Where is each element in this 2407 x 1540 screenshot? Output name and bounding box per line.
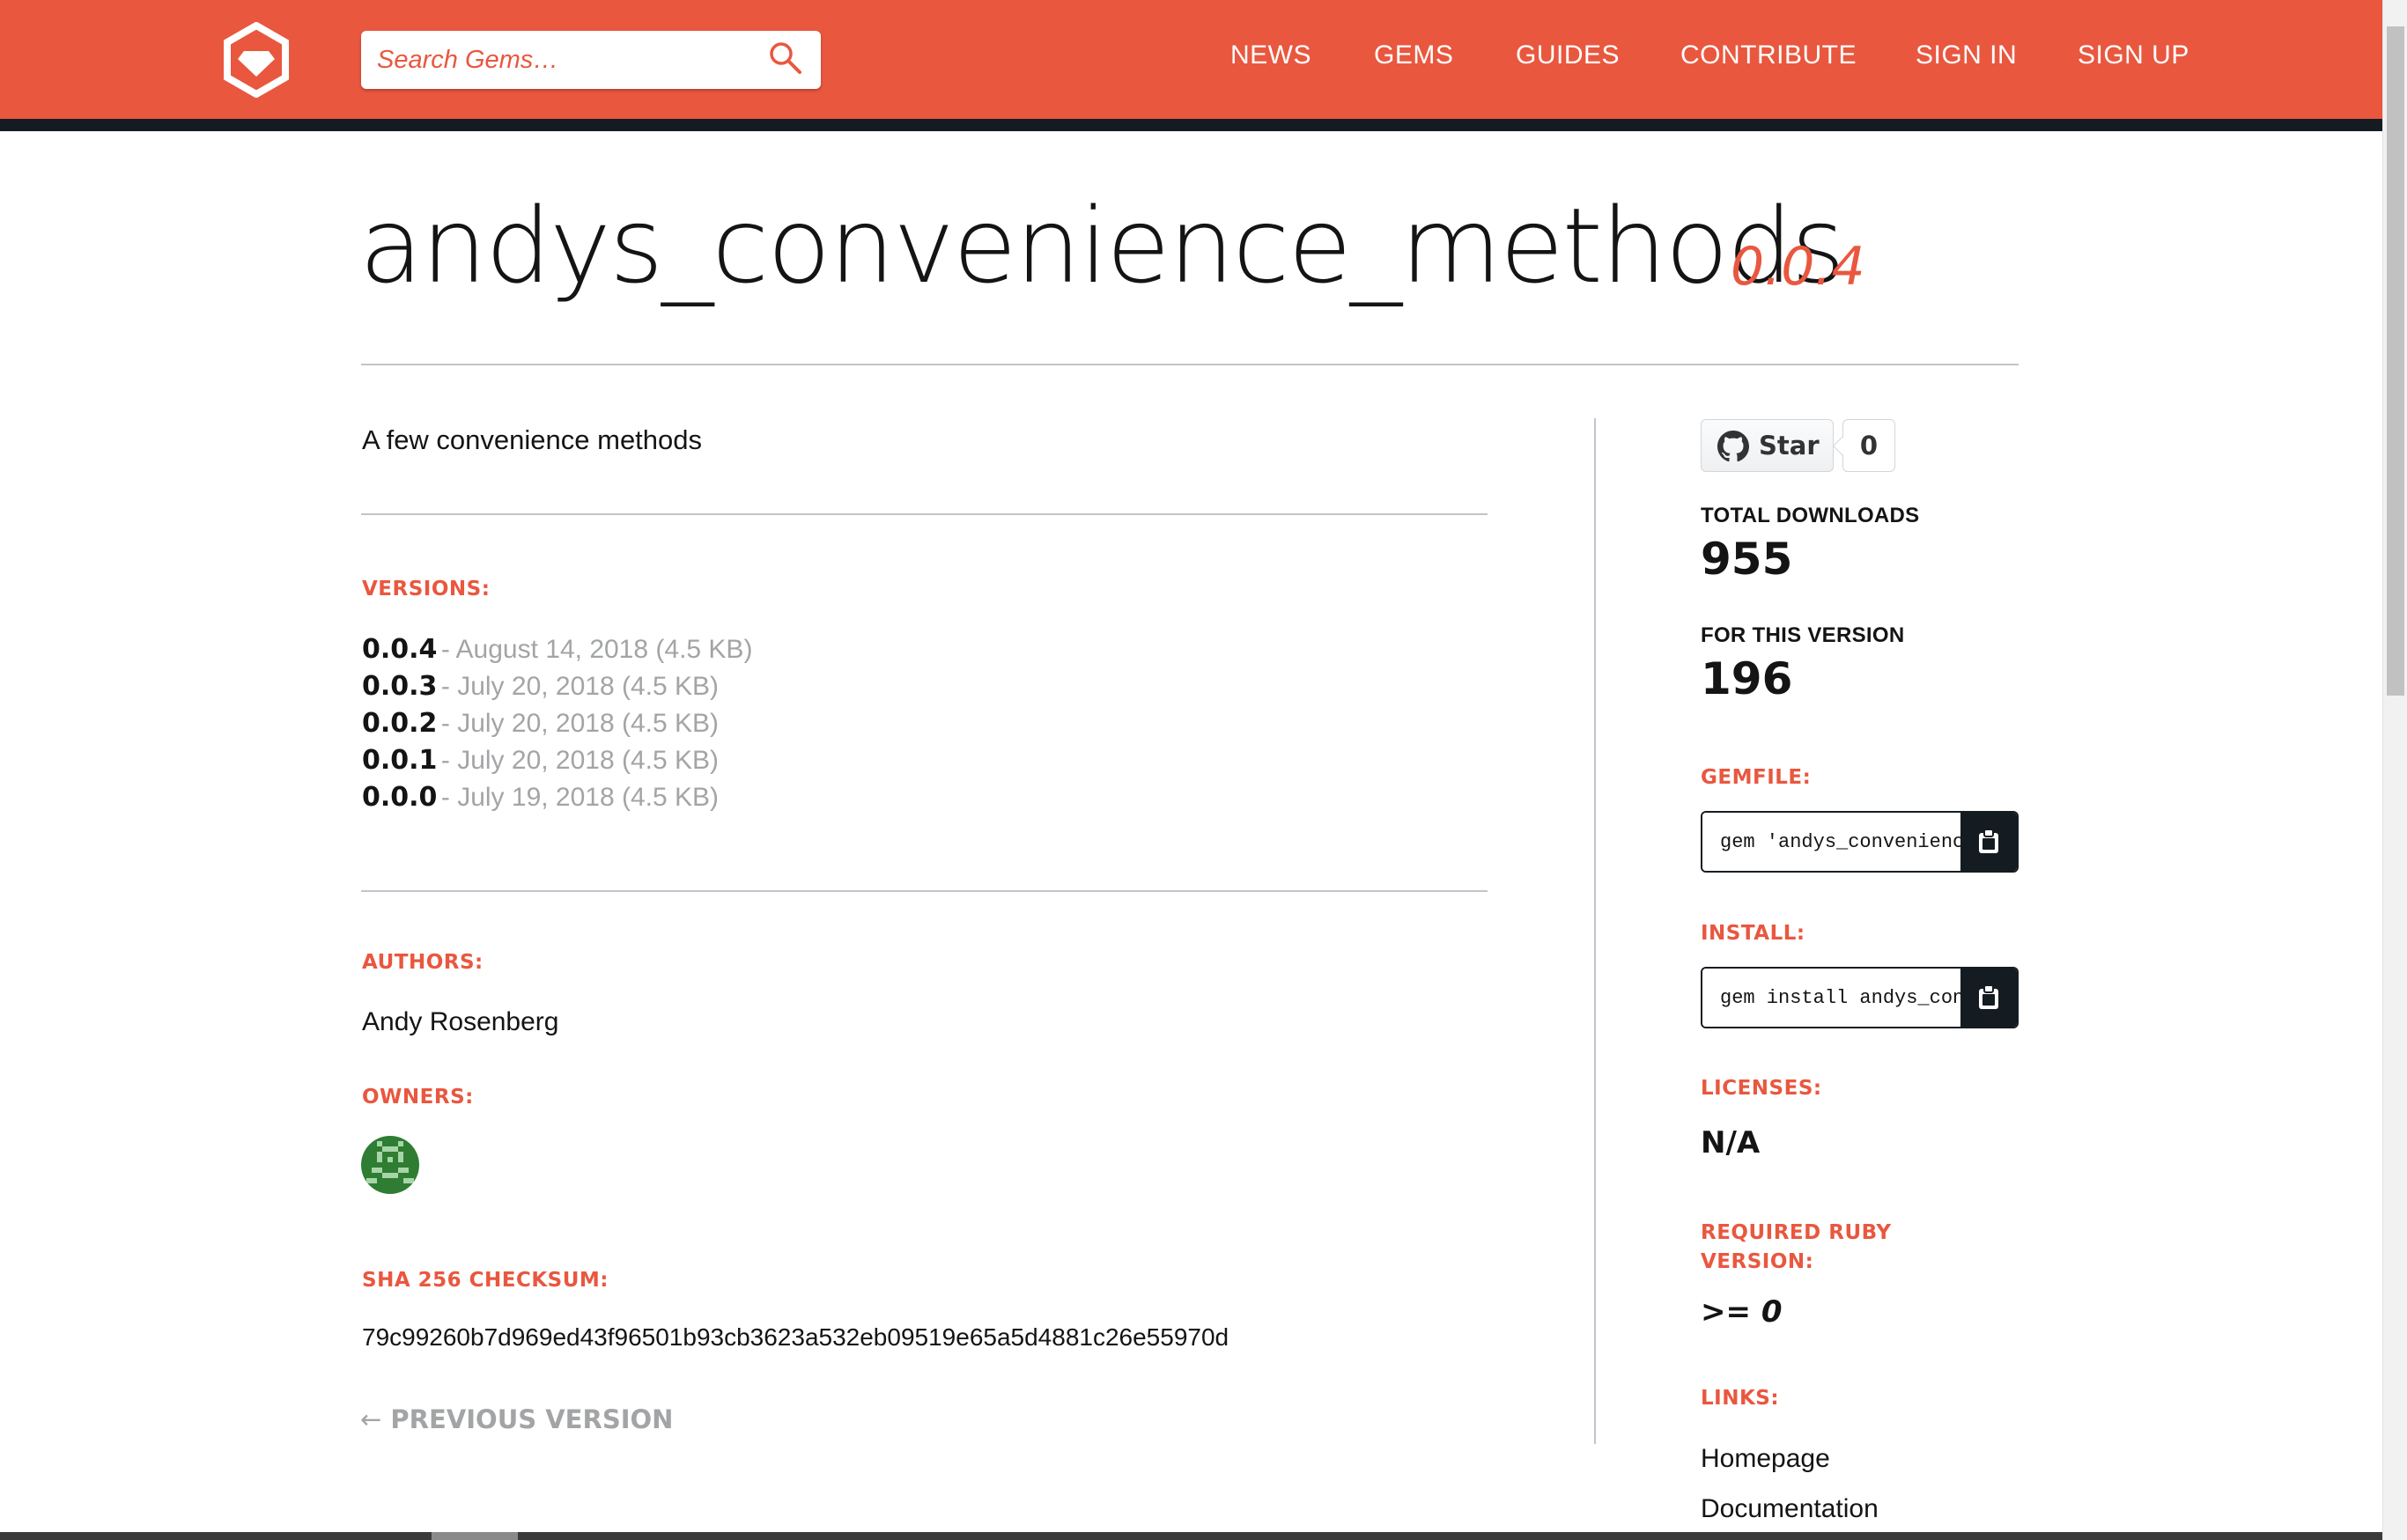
nav-guides[interactable]: GUIDES	[1516, 41, 1620, 70]
search-box	[361, 31, 821, 89]
header-divider	[0, 119, 2382, 131]
rubygems-logo-icon[interactable]	[221, 21, 292, 99]
version-item: 0.0.1 - July 20, 2018 (4.5 KB)	[362, 745, 752, 782]
owners-heading: OWNERS:	[362, 1086, 474, 1109]
vertical-scrollbar[interactable]	[2382, 0, 2407, 1540]
star-label: Star	[1759, 431, 1820, 461]
licenses-heading: LICENSES:	[1701, 1077, 1822, 1100]
nav-contribute[interactable]: CONTRIBUTE	[1680, 41, 1857, 70]
documentation-link[interactable]: Documentation	[1701, 1494, 1879, 1524]
nav-gems[interactable]: GEMS	[1374, 41, 1453, 70]
gemfile-heading: GEMFILE:	[1701, 766, 1812, 789]
version-meta: - July 19, 2018 (4.5 KB)	[440, 783, 720, 812]
github-icon	[1717, 431, 1749, 462]
ruby-version-operator: >=	[1701, 1294, 1751, 1330]
search-input[interactable]	[377, 31, 756, 89]
version-link[interactable]: 0.0.0	[362, 782, 437, 813]
left-arrow-icon: ←	[360, 1404, 382, 1434]
checksum-heading: SHA 256 CHECKSUM:	[362, 1269, 609, 1292]
nav-news[interactable]: NEWS	[1230, 41, 1311, 70]
star-count[interactable]: 0	[1842, 419, 1895, 472]
clipboard-icon[interactable]	[1960, 813, 2017, 871]
total-downloads-label: TOTAL DOWNLOADS	[1701, 504, 1920, 527]
scrollbar-thumb[interactable]	[2387, 26, 2404, 696]
license-value: N/A	[1701, 1125, 1761, 1161]
search-icon[interactable]	[768, 41, 803, 76]
version-item: 0.0.2 - July 20, 2018 (4.5 KB)	[362, 708, 752, 745]
gemfile-box	[1701, 811, 2019, 873]
links-heading: LINKS:	[1701, 1387, 1780, 1410]
ruby-version-value: >= 0	[1701, 1294, 1783, 1330]
version-meta: - July 20, 2018 (4.5 KB)	[440, 672, 720, 701]
clipboard-icon[interactable]	[1960, 969, 2017, 1027]
versions-heading: VERSIONS:	[362, 578, 491, 601]
version-item: 0.0.3 - July 20, 2018 (4.5 KB)	[362, 671, 752, 708]
version-link[interactable]: 0.0.1	[362, 745, 437, 776]
version-meta: - August 14, 2018 (4.5 KB)	[440, 635, 753, 664]
gem-name: andys_convenience_methods	[359, 185, 1845, 306]
description-divider	[361, 513, 1488, 515]
authors-heading: AUTHORS:	[362, 951, 484, 974]
homepage-link[interactable]: Homepage	[1701, 1444, 1830, 1474]
versions-list: 0.0.4 - August 14, 2018 (4.5 KB) 0.0.3 -…	[362, 634, 752, 819]
horizontal-scrollbar[interactable]	[0, 1532, 2382, 1540]
versions-divider	[361, 890, 1488, 892]
owner-avatar[interactable]	[361, 1136, 419, 1194]
sidebar-divider	[1594, 418, 1596, 1444]
ruby-version-heading: REQUIRED RUBY	[1701, 1221, 1892, 1244]
version-downloads-value: 196	[1701, 653, 1793, 704]
install-field[interactable]	[1702, 969, 1960, 1027]
previous-version-link[interactable]: ← PREVIOUS VERSION	[360, 1404, 673, 1434]
version-item: 0.0.0 - July 19, 2018 (4.5 KB)	[362, 782, 752, 819]
previous-version-label: PREVIOUS VERSION	[390, 1404, 674, 1434]
install-box	[1701, 967, 2019, 1028]
nav-sign-in[interactable]: SIGN IN	[1916, 41, 2017, 70]
author-name: Andy Rosenberg	[362, 1007, 559, 1036]
star-count-value: 0	[1859, 431, 1879, 461]
ruby-version-number: 0	[1761, 1294, 1783, 1330]
horizontal-scrollbar-thumb[interactable]	[432, 1532, 518, 1540]
gemfile-field[interactable]	[1702, 813, 1960, 871]
gem-version: 0.0.4	[1731, 236, 1865, 298]
version-downloads-label: FOR THIS VERSION	[1701, 623, 1905, 647]
nav-sign-up[interactable]: SIGN UP	[2078, 41, 2189, 70]
version-meta: - July 20, 2018 (4.5 KB)	[440, 746, 720, 775]
ruby-version-heading-line2: VERSION:	[1701, 1250, 1814, 1273]
site-header: NEWS GEMS GUIDES CONTRIBUTE SIGN IN SIGN…	[0, 0, 2382, 119]
version-link[interactable]: 0.0.2	[362, 708, 437, 739]
total-downloads-value: 955	[1701, 534, 1793, 585]
title-divider	[361, 364, 2019, 365]
version-link[interactable]: 0.0.4	[362, 634, 437, 665]
version-link[interactable]: 0.0.3	[362, 671, 437, 702]
gem-description: A few convenience methods	[362, 424, 703, 455]
checksum-value: 79c99260b7d969ed43f96501b93cb3623a532eb0…	[362, 1323, 1229, 1351]
github-star-button[interactable]: Star	[1701, 419, 1834, 472]
version-item: 0.0.4 - August 14, 2018 (4.5 KB)	[362, 634, 752, 671]
version-meta: - July 20, 2018 (4.5 KB)	[440, 709, 720, 738]
install-heading: INSTALL:	[1701, 922, 1805, 945]
